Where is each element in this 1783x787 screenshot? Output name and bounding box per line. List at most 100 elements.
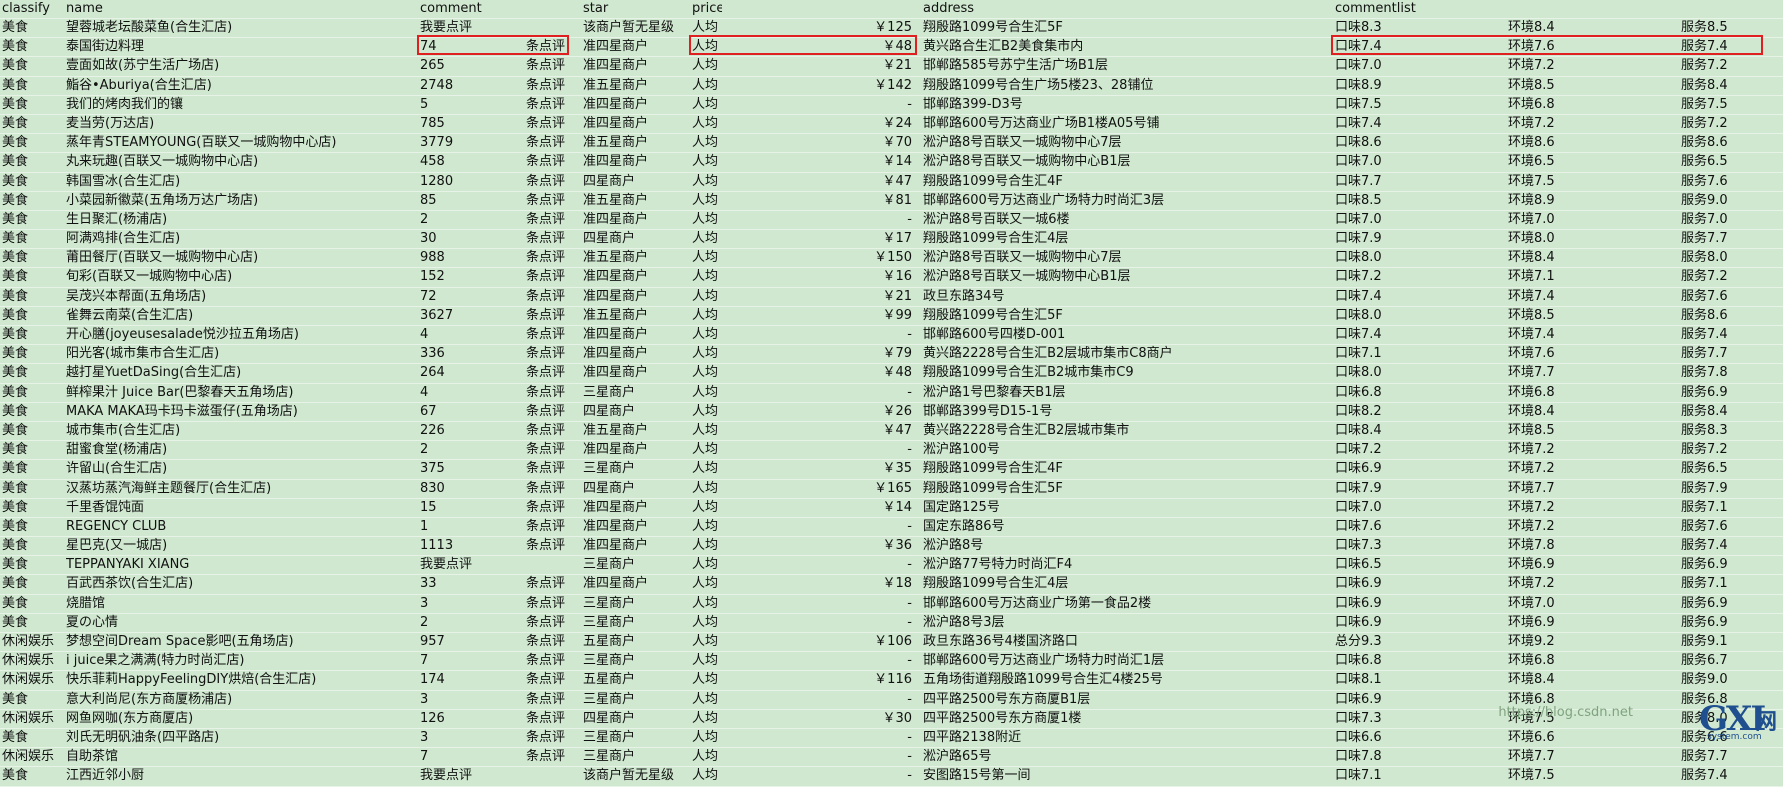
cell-address[interactable]: 淞沪路77号特力时尚汇F4 bbox=[923, 556, 1333, 574]
cell-comment-label[interactable]: 条点评 bbox=[495, 96, 565, 114]
cell-comment-count[interactable]: 7 bbox=[420, 652, 495, 670]
cell-service-score[interactable]: 服务6.7 bbox=[1681, 652, 1781, 670]
cell-name[interactable]: i juice果之满满(特力时尚汇店) bbox=[66, 652, 416, 670]
table-row[interactable]: 美食 我们的烤肉我们的镶 5 条点评 准四星商户 人均 - 邯郸路399-D3号 口味7.5 环境… bbox=[0, 96, 1783, 115]
cell-name[interactable]: 刘氏无明矾油条(四平路店) bbox=[66, 729, 416, 747]
cell-name[interactable]: 生日聚汇(杨浦店) bbox=[66, 211, 416, 229]
cell-name[interactable]: 烧腊馆 bbox=[66, 595, 416, 613]
cell-address[interactable]: 邯郸路600号万达商业广场B1楼A05号铺 bbox=[923, 115, 1333, 133]
cell-star[interactable]: 四星商户 bbox=[583, 710, 688, 728]
cell-classify[interactable]: 美食 bbox=[2, 38, 64, 56]
cell-name[interactable]: 鲜榨果汁 Juice Bar(巴黎春天五角场店) bbox=[66, 384, 416, 402]
cell-name[interactable]: 雀舞云南菜(合生汇店) bbox=[66, 307, 416, 325]
cell-address[interactable]: 黄兴路合生汇B2美食集市内 bbox=[923, 38, 1333, 56]
cell-taste-score[interactable]: 口味6.5 bbox=[1335, 556, 1495, 574]
cell-comment-label[interactable]: 条点评 bbox=[495, 173, 565, 191]
cell-taste-score[interactable]: 总分9.3 bbox=[1335, 633, 1495, 651]
cell-comment-count[interactable]: 3 bbox=[420, 595, 495, 613]
cell-comment-label[interactable]: 条点评 bbox=[495, 307, 565, 325]
cell-comment-count[interactable]: 226 bbox=[420, 422, 495, 440]
cell-name[interactable]: 吴茂兴本帮面(五角场店) bbox=[66, 288, 416, 306]
cell-comment-label[interactable]: 条点评 bbox=[495, 403, 565, 421]
cell-comment-label[interactable]: 条点评 bbox=[495, 671, 565, 689]
cell-comment-label[interactable]: 条点评 bbox=[495, 384, 565, 402]
cell-star[interactable]: 准四星商户 bbox=[583, 57, 688, 75]
cell-taste-score[interactable]: 口味8.5 bbox=[1335, 192, 1495, 210]
cell-price-value[interactable]: - bbox=[822, 767, 912, 785]
cell-star[interactable]: 五星商户 bbox=[583, 671, 688, 689]
cell-classify[interactable]: 休闲娱乐 bbox=[2, 710, 64, 728]
cell-environment-score[interactable]: 环境7.6 bbox=[1508, 345, 1673, 363]
cell-comment-label[interactable]: 条点评 bbox=[495, 268, 565, 286]
cell-address[interactable]: 淞沪路8号 bbox=[923, 537, 1333, 555]
cell-price-label[interactable]: 人均 bbox=[692, 671, 722, 689]
cell-taste-score[interactable]: 口味6.9 bbox=[1335, 691, 1495, 709]
cell-classify[interactable]: 美食 bbox=[2, 57, 64, 75]
cell-price-label[interactable]: 人均 bbox=[692, 575, 722, 593]
cell-comment-count[interactable]: 2 bbox=[420, 441, 495, 459]
cell-taste-score[interactable]: 口味8.9 bbox=[1335, 77, 1495, 95]
cell-name[interactable]: 莆田餐厅(百联又一城购物中心店) bbox=[66, 249, 416, 267]
table-row[interactable]: 美食 烧腊馆 3 条点评 三星商户 人均 - 邯郸路600号万达商业广场第一食品2楼 口味6.9… bbox=[0, 595, 1783, 614]
cell-star[interactable]: 准四星商户 bbox=[583, 326, 688, 344]
cell-classify[interactable]: 美食 bbox=[2, 691, 64, 709]
table-row[interactable]: 休闲娱乐 快乐菲莉HappyFeelingDIY烘焙(合生汇店) 174 条点评 五星商… bbox=[0, 671, 1783, 691]
cell-taste-score[interactable]: 口味7.9 bbox=[1335, 230, 1495, 248]
cell-price-value[interactable]: ￥30 bbox=[822, 710, 912, 728]
cell-environment-score[interactable]: 环境6.9 bbox=[1508, 556, 1673, 574]
cell-comment-label[interactable]: 条点评 bbox=[495, 192, 565, 210]
cell-comment-label[interactable] bbox=[495, 556, 565, 574]
cell-price-value[interactable]: ￥36 bbox=[822, 537, 912, 555]
cell-comment-count[interactable]: 我要点评 bbox=[420, 556, 495, 574]
cell-star[interactable]: 准四星商户 bbox=[583, 364, 688, 382]
cell-taste-score[interactable]: 口味8.1 bbox=[1335, 671, 1495, 689]
cell-comment-count[interactable]: 3 bbox=[420, 729, 495, 747]
cell-price-value[interactable]: ￥142 bbox=[822, 77, 912, 95]
cell-name[interactable]: 鮨谷•Aburiya(合生汇店) bbox=[66, 77, 416, 95]
cell-price-label[interactable]: 人均 bbox=[692, 288, 722, 306]
cell-price-label[interactable]: 人均 bbox=[692, 307, 722, 325]
cell-service-score[interactable]: 服务8.4 bbox=[1681, 77, 1781, 95]
cell-taste-score[interactable]: 口味7.0 bbox=[1335, 57, 1495, 75]
table-row[interactable]: 美食 吴茂兴本帮面(五角场店) 72 条点评 准四星商户 人均 ￥21 政旦东路34号 口味7.… bbox=[0, 288, 1783, 307]
cell-comment-count[interactable]: 15 bbox=[420, 499, 495, 517]
header-address[interactable]: address bbox=[923, 0, 1333, 18]
cell-name[interactable]: 小菜园新徽菜(五角场万达广场店) bbox=[66, 192, 416, 210]
cell-star[interactable]: 三星商户 bbox=[583, 691, 688, 709]
cell-service-score[interactable]: 服务6.9 bbox=[1681, 595, 1781, 613]
cell-environment-score[interactable]: 环境8.6 bbox=[1508, 134, 1673, 152]
cell-name[interactable]: TEPPANYAKI XIANG bbox=[66, 556, 416, 574]
cell-classify[interactable]: 美食 bbox=[2, 460, 64, 478]
cell-classify[interactable]: 美食 bbox=[2, 480, 64, 498]
cell-service-score[interactable]: 服务7.8 bbox=[1681, 364, 1781, 382]
cell-address[interactable]: 安图路15号第一间 bbox=[923, 767, 1333, 785]
cell-environment-score[interactable]: 环境9.2 bbox=[1508, 633, 1673, 651]
cell-comment-label[interactable]: 条点评 bbox=[495, 691, 565, 709]
cell-address[interactable]: 淞沪路8号3层 bbox=[923, 614, 1333, 632]
cell-comment-label[interactable]: 条点评 bbox=[495, 57, 565, 75]
table-row[interactable]: 休闲娱乐 自助茶馆 7 条点评 三星商户 人均 - 淞沪路65号 口味7.8 环境7.7 服务7.7 bbox=[0, 748, 1783, 768]
cell-address[interactable]: 翔殷路1099号合生汇B2城市集市C9 bbox=[923, 364, 1333, 382]
cell-price-label[interactable]: 人均 bbox=[692, 326, 722, 344]
cell-price-label[interactable]: 人均 bbox=[692, 57, 722, 75]
cell-price-value[interactable]: ￥165 bbox=[822, 480, 912, 498]
cell-classify[interactable]: 美食 bbox=[2, 499, 64, 517]
cell-environment-score[interactable]: 环境7.2 bbox=[1508, 441, 1673, 459]
cell-price-value[interactable]: ￥47 bbox=[822, 173, 912, 191]
cell-environment-score[interactable]: 环境8.4 bbox=[1508, 403, 1673, 421]
cell-name[interactable]: 我们的烤肉我们的镶 bbox=[66, 96, 416, 114]
cell-classify[interactable]: 美食 bbox=[2, 326, 64, 344]
cell-classify[interactable]: 美食 bbox=[2, 115, 64, 133]
cell-taste-score[interactable]: 口味8.0 bbox=[1335, 364, 1495, 382]
cell-classify[interactable]: 美食 bbox=[2, 364, 64, 382]
table-row[interactable]: 美食 城市集市(合生汇店) 226 条点评 准五星商户 人均 ￥47 黄兴路2228号合生汇B… bbox=[0, 422, 1783, 442]
cell-price-label[interactable]: 人均 bbox=[692, 230, 722, 248]
cell-service-score[interactable]: 服务6.9 bbox=[1681, 384, 1781, 402]
cell-price-label[interactable]: 人均 bbox=[692, 652, 722, 670]
table-row[interactable]: 休闲娱乐 梦想空间Dream Space影吧(五角场店) 957 条点评 五星商户 人均 ￥… bbox=[0, 633, 1783, 653]
cell-address[interactable]: 黄兴路2228号合生汇B2层城市集市 bbox=[923, 422, 1333, 440]
cell-classify[interactable]: 美食 bbox=[2, 192, 64, 210]
cell-service-score[interactable]: 服务7.4 bbox=[1681, 767, 1781, 785]
cell-environment-score[interactable]: 环境7.4 bbox=[1508, 326, 1673, 344]
cell-name[interactable]: 千里香馄饨面 bbox=[66, 499, 416, 517]
